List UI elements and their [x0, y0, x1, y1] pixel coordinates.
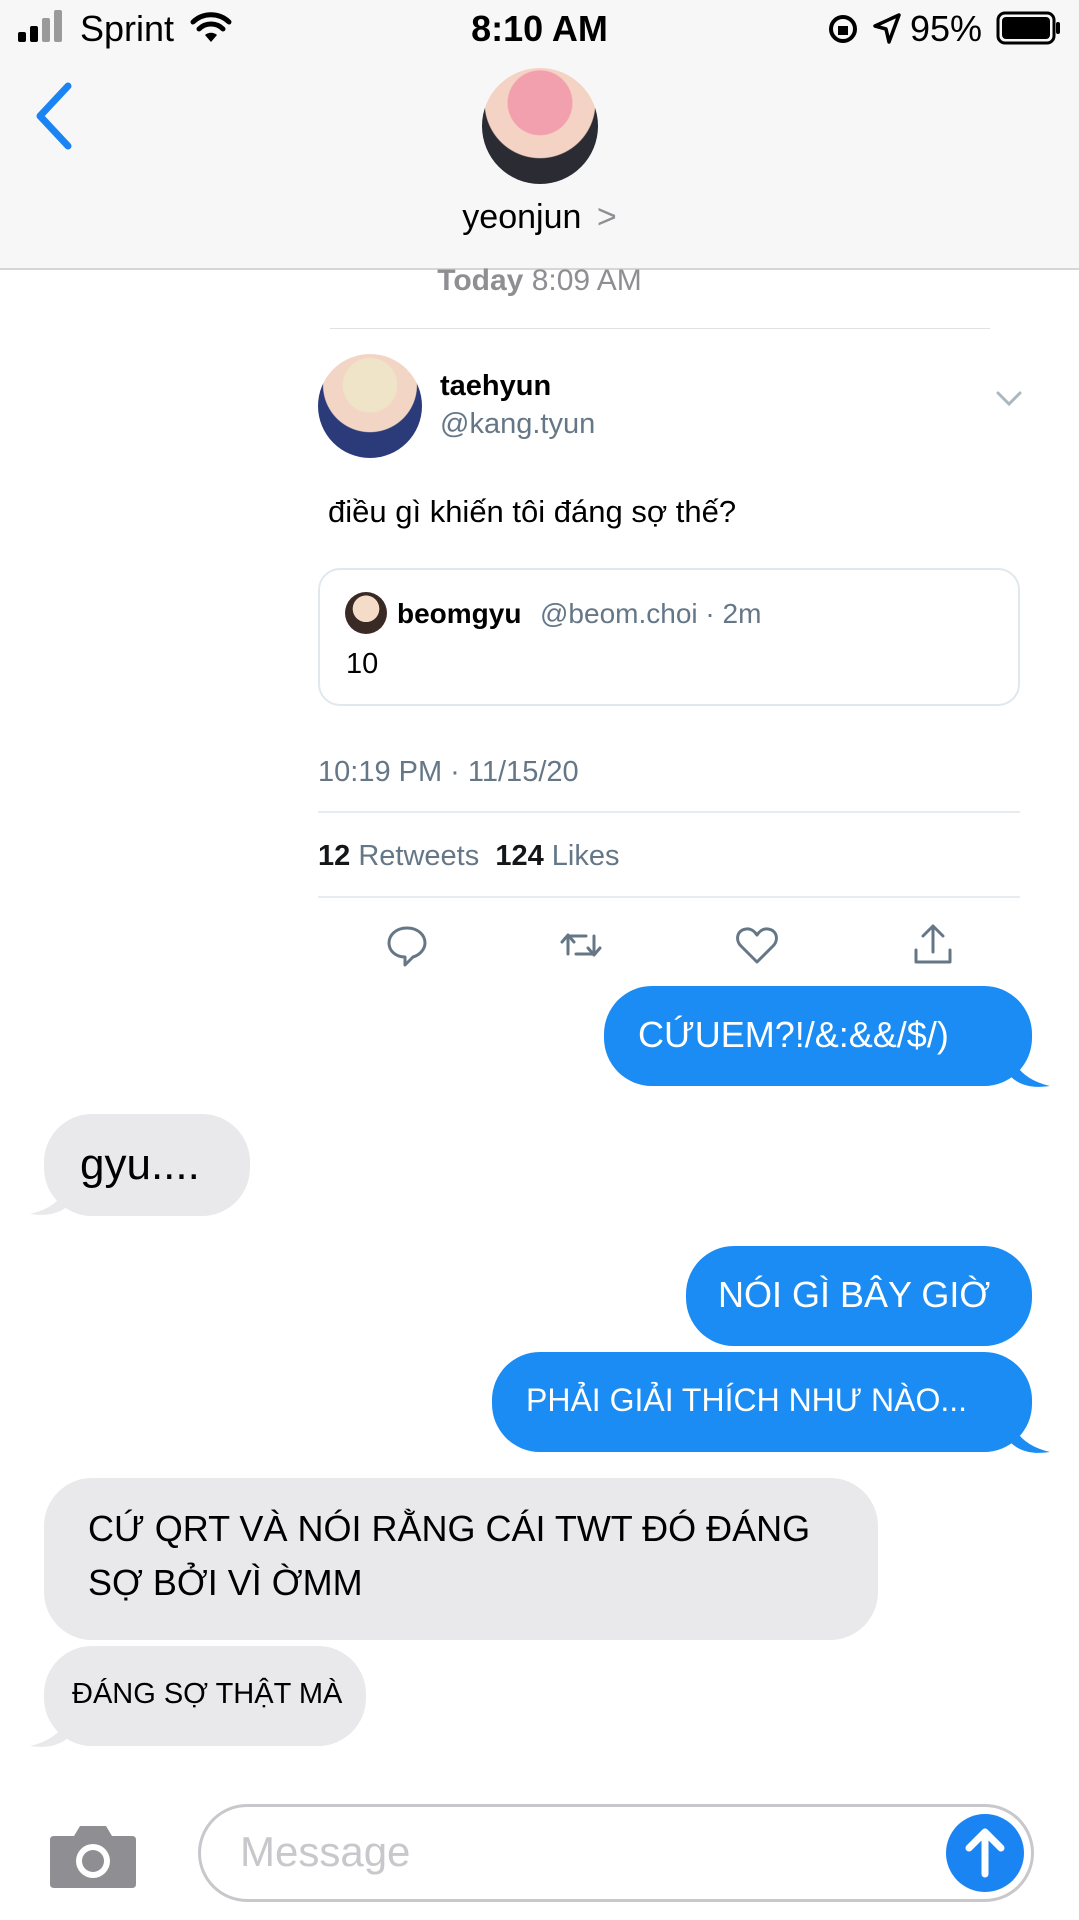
likes-label[interactable]: Likes: [552, 840, 620, 872]
quoted-tweet-text: 10: [346, 648, 379, 680]
divider: [318, 811, 1020, 813]
outgoing-message-bubble[interactable]: NÓI GÌ BÂY GIỜ: [686, 1246, 1032, 1346]
quoted-author-avatar: [345, 592, 387, 634]
message-text: gyu....: [80, 1140, 200, 1189]
tweet-text: điều gì khiến tôi đáng sợ thế?: [328, 494, 737, 529]
camera-icon[interactable]: [48, 1818, 138, 1890]
contact-name-button[interactable]: yeonjun >: [0, 198, 1079, 237]
arrow-up-icon: [965, 1828, 1005, 1878]
battery-icon: [996, 11, 1060, 45]
share-icon[interactable]: [908, 920, 958, 970]
quoted-author-name: beomgyu: [397, 598, 522, 629]
quoted-tweet[interactable]: [318, 568, 1020, 706]
contact-avatar[interactable]: [482, 68, 598, 184]
bubble-tail: [1010, 1416, 1050, 1453]
message-text: CỨUEM?!/&:&&/$/): [638, 1014, 949, 1055]
tweet-author-handle[interactable]: @kang.tyun: [440, 408, 595, 441]
tweet-author-name[interactable]: taehyun: [440, 370, 551, 403]
chevron-right-icon: >: [596, 198, 617, 236]
reply-icon[interactable]: [382, 920, 432, 970]
like-heart-icon[interactable]: [732, 920, 782, 970]
battery-percent: 95%: [910, 8, 983, 49]
bubble-tail: [30, 1178, 70, 1215]
outgoing-message-bubble[interactable]: PHẢI GIẢI THÍCH NHƯ NÀO...: [492, 1352, 1032, 1452]
tweet-author-avatar[interactable]: [318, 354, 422, 458]
tweet-date: 10:19 PM · 11/15/20: [318, 756, 579, 788]
likes-count: 124: [495, 840, 544, 872]
message-input-placeholder: Message: [240, 1828, 411, 1875]
outgoing-message-bubble[interactable]: CỨUEM?!/&:&&/$/): [604, 986, 1032, 1086]
contact-name: yeonjun: [462, 198, 582, 236]
location-arrow-icon: [873, 13, 901, 44]
message-timestamp: Today 8:09 AM: [0, 264, 1079, 298]
timestamp-day: Today: [437, 264, 524, 297]
back-chevron-icon[interactable]: [30, 80, 78, 152]
retweets-label[interactable]: Retweets: [358, 840, 479, 872]
retweet-icon[interactable]: [556, 920, 606, 970]
incoming-message-bubble[interactable]: gyu....: [44, 1114, 250, 1216]
send-button[interactable]: [946, 1814, 1024, 1892]
timestamp-time: 8:09 AM: [531, 264, 642, 297]
bubble-tail: [30, 1710, 70, 1747]
retweets-count: 12: [318, 840, 351, 872]
message-text: PHẢI GIẢI THÍCH NHƯ NÀO...: [526, 1382, 968, 1418]
incoming-message-bubble[interactable]: ĐÁNG SỢ THẬT MÀ: [44, 1646, 366, 1746]
chevron-down-icon[interactable]: [995, 390, 1023, 408]
orientation-lock-icon: [829, 15, 857, 43]
status-bar: Sprint 8:10 AM 95%: [0, 0, 1079, 58]
quoted-author-meta: @beom.choi · 2m: [540, 598, 762, 629]
message-text: CỨ QRT VÀ NÓI RẰNG CÁI TWT ĐÓ ĐÁNG SỢ BỞ…: [88, 1508, 811, 1603]
divider: [318, 896, 1020, 898]
message-text: ĐÁNG SỢ THẬT MÀ: [72, 1678, 343, 1710]
bubble-tail: [1010, 1050, 1050, 1087]
tweet-top-divider: [330, 328, 990, 329]
tweet-stats: 12 Retweets 124 Likes: [318, 840, 620, 873]
incoming-message-bubble[interactable]: CỨ QRT VÀ NÓI RẰNG CÁI TWT ĐÓ ĐÁNG SỢ BỞ…: [44, 1478, 878, 1640]
message-text: NÓI GÌ BÂY GIỜ: [718, 1274, 991, 1315]
